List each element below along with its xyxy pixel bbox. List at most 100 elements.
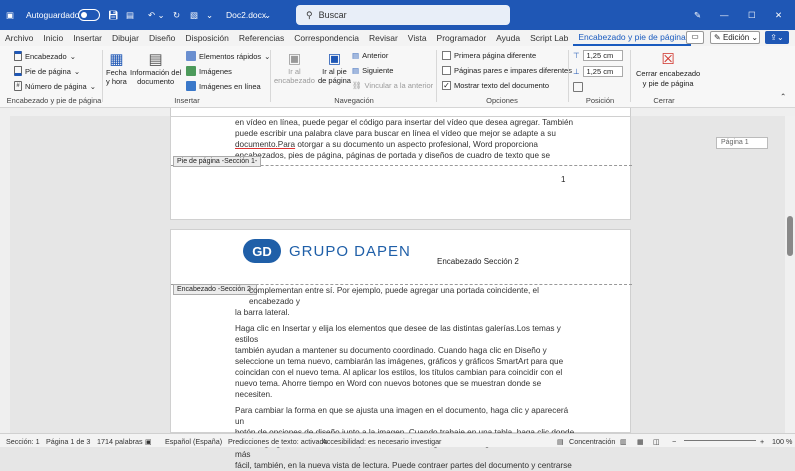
tab-revisar[interactable]: Revisar — [364, 33, 403, 43]
link-to-previous-button[interactable]: ⛓︎ Vincular a la anterior — [352, 81, 433, 90]
page-number-icon: # — [14, 81, 22, 91]
zoom-slider[interactable] — [684, 440, 756, 441]
next-button[interactable]: ▤ Siguiente — [352, 66, 393, 75]
title-chevron-icon[interactable]: ⌄ — [264, 8, 271, 22]
close-header-footer-button[interactable]: ☒ Cerrar encabezado y pie de página — [636, 50, 700, 88]
body-line: fácil, también, en la nueva vista de lec… — [235, 461, 572, 470]
tab-diseno[interactable]: Diseño — [144, 33, 180, 43]
date-time-button[interactable]: ▦ Fecha y hora — [106, 50, 127, 86]
quick-parts-icon — [186, 51, 196, 61]
proofing-icon[interactable]: ▣ — [145, 437, 152, 446]
tab-programador[interactable]: Programador — [432, 33, 492, 43]
page-number-label: Número de página — [25, 81, 87, 91]
images-button[interactable]: Imágenes — [186, 66, 232, 76]
go-to-header-label-1: Ir al — [288, 67, 301, 76]
online-images-label: Imágenes en línea — [199, 81, 261, 91]
footer-position-value[interactable]: 1,25 cm — [582, 66, 623, 77]
different-first-page-label: Primera página diferente — [454, 51, 537, 60]
header-text[interactable]: Encabezado Sección 2 — [437, 257, 519, 266]
body-line: seleccione un tema nuevo, cambiarán las … — [235, 357, 564, 366]
body-line: encabezados, pies de página, páginas de … — [235, 151, 550, 160]
header-position-value[interactable]: 1,25 cm — [582, 50, 623, 61]
scrollbar-thumb[interactable] — [787, 216, 793, 256]
show-document-text-checkbox[interactable]: ✓ Mostrar texto del documento — [442, 81, 549, 90]
page-number: 1 — [561, 175, 566, 184]
close-button[interactable]: ✕ — [775, 8, 782, 22]
customize-icon[interactable]: ⌄ — [206, 8, 213, 22]
status-page[interactable]: Página 1 de 3 — [46, 437, 90, 446]
status-language[interactable]: Español (España) — [165, 437, 222, 446]
focus-icon[interactable]: ▤ — [557, 437, 564, 446]
vertical-ruler[interactable] — [0, 116, 10, 433]
align-tab-icon[interactable] — [573, 82, 583, 92]
minimize-button[interactable]: — — [720, 8, 729, 22]
doc-info-button[interactable]: ▤ Información del documento — [130, 50, 181, 86]
zoom-in-icon[interactable]: + — [760, 437, 764, 446]
autosave-toggle[interactable] — [78, 8, 100, 22]
previous-icon: ▤ — [352, 51, 360, 60]
status-section[interactable]: Sección: 1 — [6, 437, 40, 446]
search-box[interactable]: ⚲ Buscar — [296, 5, 510, 25]
go-to-header-label-2: encabezado — [274, 76, 315, 85]
page-number-button[interactable]: # Número de página ⌄ — [14, 81, 96, 91]
header-position-field[interactable]: ⊤ 1,25 cm — [573, 50, 623, 61]
show-document-text-label: Mostrar texto del documento — [454, 81, 550, 90]
maximize-button[interactable]: ☐ — [748, 8, 756, 22]
tab-ayuda[interactable]: Ayuda — [491, 33, 525, 43]
tab-insertar[interactable]: Insertar — [68, 33, 107, 43]
collapse-ribbon-icon[interactable]: ⌃ — [780, 92, 786, 101]
tab-referencias[interactable]: Referencias — [234, 33, 289, 43]
body-line: Para cambiar la forma en que se ajusta u… — [235, 406, 569, 426]
read-mode-icon[interactable]: ▥ — [620, 437, 627, 446]
save-button[interactable]: 💾︎ — [108, 8, 119, 22]
header-button[interactable]: Encabezado ⌄ — [14, 51, 76, 61]
doc-info-label-1: Información del — [130, 68, 182, 77]
vertical-scrollbar[interactable] — [785, 116, 795, 433]
tab-vista[interactable]: Vista — [403, 33, 432, 43]
undo-icon[interactable]: ↶ ⌄ — [148, 8, 165, 22]
print-layout-icon[interactable]: ▦ — [637, 437, 644, 446]
images-label: Imágenes — [199, 66, 232, 76]
tab-dibujar[interactable]: Dibujar — [107, 33, 144, 43]
body-line: necesiten. — [235, 390, 273, 399]
group-label-close: Cerrar — [653, 96, 675, 105]
zoom-out-icon[interactable]: − — [672, 437, 676, 446]
body-line: documento.Para otorgar a su documento un… — [235, 140, 538, 149]
misspelled-word[interactable]: documento.Para — [235, 140, 295, 149]
tab-encabezado-pie[interactable]: Encabezado y pie de página — [573, 30, 691, 46]
tab-correspondencia[interactable]: Correspondencia — [289, 33, 364, 43]
ribbon-tabs: Archivo Inicio Insertar Dibujar Diseño D… — [0, 30, 795, 46]
go-to-footer-button[interactable]: ▣ Ir al pie de página — [318, 50, 351, 85]
status-accessibility[interactable]: Accesibilidad: es necesario investigar — [322, 437, 441, 446]
status-focus[interactable]: Concentración — [569, 437, 615, 446]
next-label: Siguiente — [362, 66, 394, 75]
previous-button[interactable]: ▤ Anterior — [352, 51, 388, 60]
format-icon[interactable]: ▧ — [190, 8, 198, 22]
save-icon[interactable]: ▣ — [6, 8, 14, 22]
editing-button[interactable]: ✎ Edición ⌄ — [710, 31, 760, 44]
status-prediction[interactable]: Predicciones de texto: activado — [228, 437, 328, 446]
share-button[interactable]: ⇪⌄ — [765, 31, 789, 44]
status-zoom[interactable]: 100 % — [772, 437, 792, 446]
autosave-label: Autoguardado — [26, 10, 80, 20]
footer-button[interactable]: Pie de página ⌄ — [14, 66, 80, 76]
web-layout-icon[interactable]: ◫ — [653, 437, 660, 446]
redo-icon[interactable]: ↻ — [173, 8, 180, 22]
footer-position-field[interactable]: ⊥ 1,25 cm — [573, 66, 623, 77]
go-to-header-button[interactable]: ▣ Ir al encabezado — [274, 50, 315, 85]
tab-disposicion[interactable]: Disposición — [180, 33, 233, 43]
body-line: Haga clic en Insertar y elija los elemen… — [235, 324, 561, 344]
quick-parts-button[interactable]: Elementos rápidos ⌄ — [186, 51, 270, 61]
tab-script-lab[interactable]: Script Lab — [525, 33, 573, 43]
horizontal-ruler[interactable] — [0, 108, 795, 116]
odd-even-checkbox[interactable]: Páginas pares e impares diferentes — [442, 66, 572, 75]
doc-info-icon: ▤ — [148, 51, 163, 68]
tab-inicio[interactable]: Inicio — [38, 33, 68, 43]
word-icon: ▤ — [126, 9, 135, 20]
status-words[interactable]: 1714 palabras — [97, 437, 143, 446]
comments-icon[interactable]: ▭ — [686, 31, 704, 44]
online-images-button[interactable]: Imágenes en línea — [186, 81, 261, 91]
tab-archivo[interactable]: Archivo — [0, 33, 38, 43]
pen-icon[interactable]: ✎ — [694, 8, 701, 22]
different-first-page-checkbox[interactable]: Primera página diferente — [442, 51, 536, 60]
